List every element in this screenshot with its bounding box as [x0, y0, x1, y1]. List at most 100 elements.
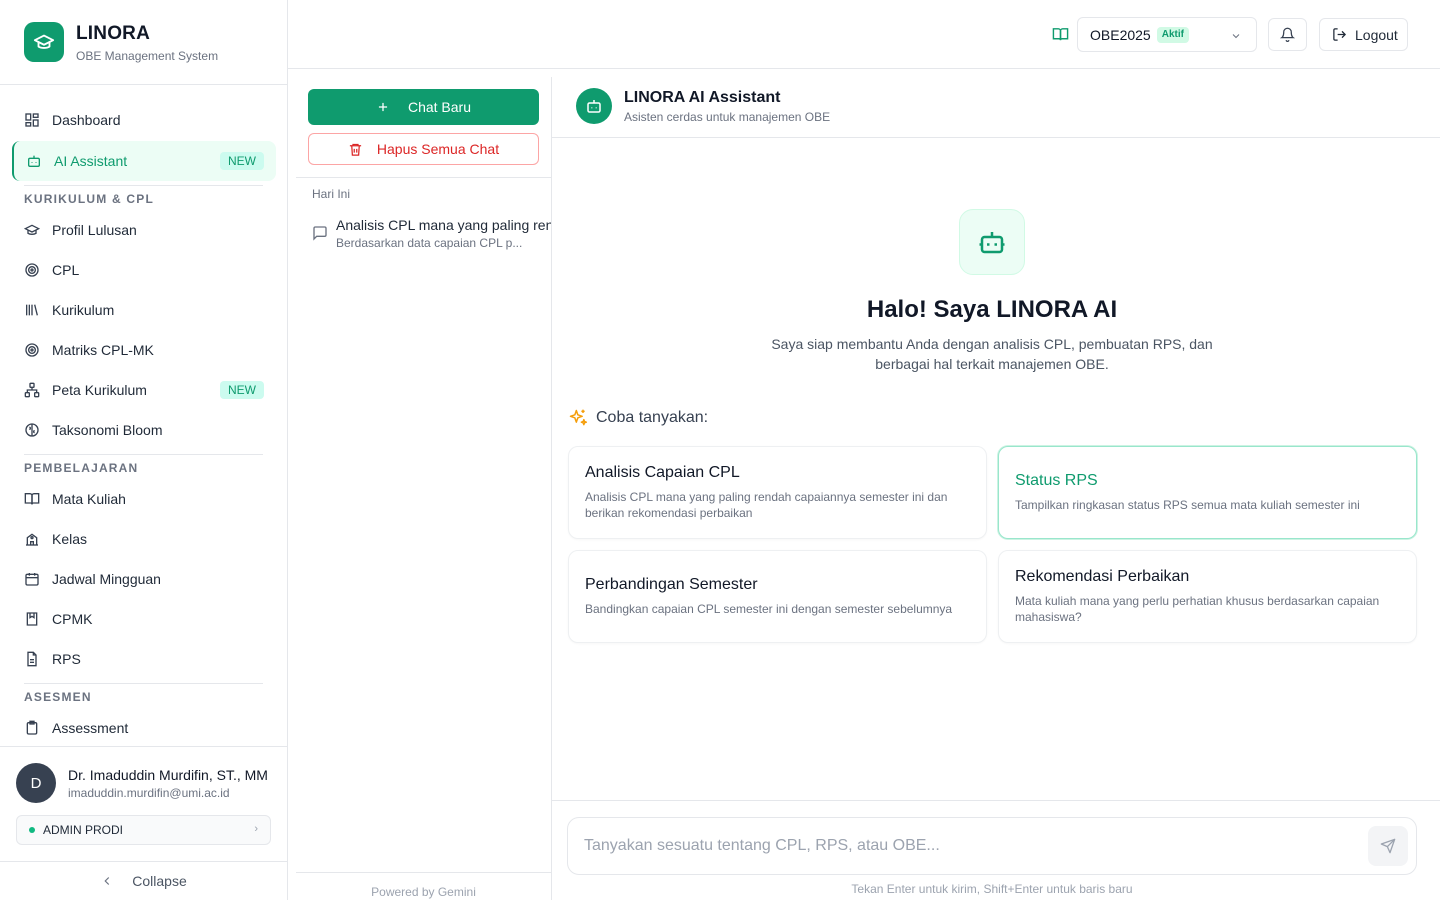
suggestion-card[interactable]: Status RPS Tampilkan ringkasan status RP…: [998, 446, 1417, 539]
sidebar-item-label: AI Assistant: [54, 153, 128, 169]
avatar[interactable]: D: [16, 763, 56, 803]
sidebar-item-label: Assessment: [52, 720, 129, 736]
network-icon: [24, 382, 40, 398]
sidebar-item-label: Kurikulum: [52, 302, 115, 318]
logout-button[interactable]: Logout: [1319, 18, 1408, 51]
suggestion-title: Rekomendasi Perbaikan: [1015, 568, 1190, 585]
history-item-title: Analisis CPL mana yang paling rendah: [336, 217, 551, 233]
chat-input-box: [567, 817, 1417, 875]
file-text-icon: [24, 651, 40, 667]
sidebar: LINORA OBE Management System Dashboard A…: [0, 0, 288, 900]
send-icon: [1380, 838, 1396, 854]
user-name: Dr. Imaduddin Murdifin, ST., MM: [68, 767, 268, 783]
chat-header: LINORA AI Assistant Asisten cerdas untuk…: [552, 77, 1440, 138]
collapse-button[interactable]: Collapse: [0, 861, 287, 900]
sidebar-item-ai-assistant[interactable]: AI Assistant NEW: [12, 141, 276, 181]
status-dot: [29, 827, 35, 833]
suggestion-description: Tampilkan ringkasan status RPS semua mat…: [1015, 498, 1360, 512]
sidebar-item-label: Kelas: [52, 531, 88, 547]
sidebar-item-matriks[interactable]: Matriks CPL-MK: [12, 330, 276, 370]
chat-input-area: Tekan Enter untuk kirim, Shift+Enter unt…: [552, 800, 1440, 900]
sidebar-item-jadwal[interactable]: Jadwal Mingguan: [12, 559, 276, 599]
dashboard-icon: [24, 112, 40, 128]
sidebar-item-kelas[interactable]: Kelas: [12, 519, 276, 559]
bookmark-book-icon: [24, 611, 40, 627]
section-divider: [24, 185, 263, 186]
suggestions-label: Coba tanyakan:: [568, 408, 708, 428]
chevron-right-icon: ›: [254, 823, 258, 835]
sidebar-item-label: Mata Kuliah: [52, 491, 126, 507]
new-chat-label: Chat Baru: [407, 99, 472, 115]
trash-icon: [348, 142, 377, 157]
history-group-label: Hari Ini: [312, 187, 351, 201]
logout-label: Logout: [1355, 26, 1398, 43]
sidebar-item-mata-kuliah[interactable]: Mata Kuliah: [12, 479, 276, 519]
chat-title: LINORA AI Assistant: [624, 89, 781, 106]
bot-icon: [576, 88, 612, 124]
sidebar-item-peta-kurikulum[interactable]: Peta Kurikulum NEW: [12, 370, 276, 410]
user-email: imaduddin.murdifin@umi.ac.id: [68, 786, 230, 800]
book-open-icon: [1052, 26, 1069, 43]
logout-icon: [1332, 27, 1355, 42]
curriculum-select[interactable]: OBE2025 Aktif: [1077, 17, 1257, 52]
sidebar-item-assessment[interactable]: Assessment: [12, 708, 276, 736]
brain-icon: [24, 422, 40, 438]
sparkles-icon: [568, 408, 596, 428]
sidebar-item-profil-lulusan[interactable]: Profil Lulusan: [12, 210, 276, 250]
welcome-title: Halo! Saya LINORA AI: [866, 296, 1118, 323]
chat-input[interactable]: [584, 834, 1354, 858]
suggestion-card[interactable]: Rekomendasi Perbaikan Mata kuliah mana y…: [998, 550, 1417, 643]
history-item[interactable]: Analisis CPL mana yang paling rendah Ber…: [296, 211, 551, 257]
status-badge: Aktif: [1156, 26, 1189, 43]
sidebar-item-label: Jadwal Mingguan: [52, 571, 161, 587]
notifications-button[interactable]: [1268, 18, 1307, 51]
new-chat-button[interactable]: Chat Baru: [308, 89, 539, 125]
sidebar-item-dashboard[interactable]: Dashboard: [12, 100, 276, 140]
role-switcher[interactable]: ADMIN PRODI ›: [16, 815, 271, 845]
sidebar-item-label: Taksonomi Bloom: [52, 422, 163, 438]
suggestion-description: Bandingkan capaian CPL semester ini deng…: [585, 602, 953, 616]
sidebar-item-kurikulum[interactable]: Kurikulum: [12, 290, 276, 330]
send-button[interactable]: [1368, 826, 1408, 866]
section-label-asesmen: ASESMEN: [24, 690, 92, 704]
sidebar-item-label: Matriks CPL-MK: [52, 342, 154, 358]
bot-icon: [959, 209, 1025, 275]
sidebar-item-rps[interactable]: RPS: [12, 639, 276, 679]
brand-subtitle: OBE Management System: [76, 49, 219, 63]
chevron-down-icon: [1230, 30, 1242, 42]
sidebar-item-label: CPMK: [52, 611, 93, 627]
powered-by: Powered by Gemini: [296, 872, 551, 900]
suggestion-title: Status RPS: [1015, 472, 1098, 489]
user-profile: D Dr. Imaduddin Murdifin, ST., MM imadud…: [0, 746, 287, 861]
sidebar-item-cpmk[interactable]: CPMK: [12, 599, 276, 639]
section-divider: [24, 454, 263, 455]
sidebar-item-taksonomi-bloom[interactable]: Taksonomi Bloom: [12, 410, 276, 450]
graduation-cap-icon: [24, 22, 64, 62]
sidebar-nav: Dashboard AI Assistant NEW KURIKULUM & C…: [0, 100, 287, 736]
message-square-icon: [312, 225, 328, 241]
curriculum-value: OBE2025: [1090, 26, 1151, 43]
sidebar-item-label: Peta Kurikulum: [52, 382, 147, 398]
section-label-pembelajaran: PEMBELAJARAN: [24, 461, 139, 475]
keyboard-hint: Tekan Enter untuk kirim, Shift+Enter unt…: [851, 882, 1133, 896]
clipboard-icon: [24, 720, 40, 736]
target-icon: [24, 262, 40, 278]
sidebar-item-label: Profil Lulusan: [52, 222, 137, 238]
school-icon: [24, 531, 40, 547]
chevron-left-icon: [100, 874, 114, 888]
chat-history-panel: Chat Baru Hapus Semua Chat Hari Ini Anal…: [296, 77, 552, 900]
clear-all-chats-button[interactable]: Hapus Semua Chat: [308, 133, 539, 165]
section-divider: [24, 683, 263, 684]
target-icon: [24, 342, 40, 358]
suggestion-card[interactable]: Analisis Capaian CPL Analisis CPL mana y…: [568, 446, 987, 539]
suggestions-label-text: Coba tanyakan:: [596, 409, 709, 426]
brand: LINORA OBE Management System: [0, 0, 287, 85]
sidebar-item-label: CPL: [52, 262, 80, 278]
brand-title: LINORA: [76, 23, 151, 44]
sidebar-item-cpl[interactable]: CPL: [12, 250, 276, 290]
suggestion-title: Analisis Capaian CPL: [585, 464, 740, 481]
suggestion-card[interactable]: Perbandingan Semester Bandingkan capaian…: [568, 550, 987, 643]
chat-subtitle: Asisten cerdas untuk manajemen OBE: [624, 110, 831, 124]
section-label-kurikulum: KURIKULUM & CPL: [24, 192, 154, 206]
suggestion-description: Mata kuliah mana yang perlu perhatian kh…: [1015, 594, 1380, 624]
